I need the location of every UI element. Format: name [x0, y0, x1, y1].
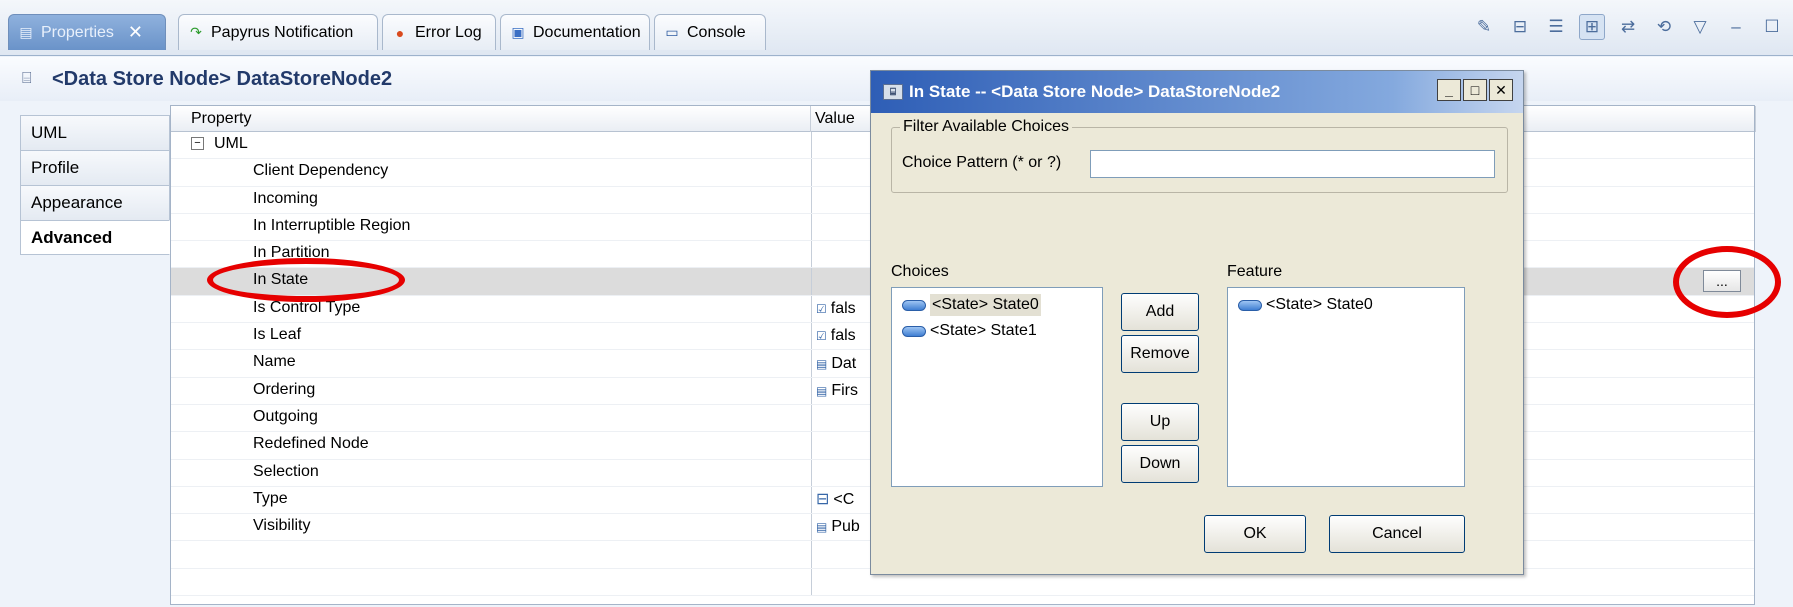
- state-icon: [902, 325, 926, 337]
- collapse-icon[interactable]: −: [191, 137, 204, 151]
- documentation-icon: ▣: [511, 24, 525, 40]
- category-tabs: UML Profile Appearance Advanced: [20, 115, 170, 255]
- enum-icon: ▤: [816, 520, 828, 535]
- property-name: Redefined Node: [253, 435, 369, 453]
- state-icon: [1238, 299, 1262, 311]
- tab-documentation[interactable]: ▣ Documentation: [500, 14, 650, 50]
- property-column-header[interactable]: Property: [171, 106, 811, 132]
- category-appearance[interactable]: Appearance: [20, 185, 170, 220]
- view-toolbar: ✎ ⊟ ☰ ⊞ ⇄ ⟲ ▽ ‒ ☐: [1471, 14, 1785, 40]
- category-profile[interactable]: Profile: [20, 150, 170, 185]
- category-uml[interactable]: UML: [20, 115, 170, 150]
- category-advanced[interactable]: Advanced: [20, 220, 170, 255]
- close-icon[interactable]: ✕: [128, 22, 143, 43]
- list-item[interactable]: <State> State1: [892, 318, 1102, 344]
- property-name: In Interruptible Region: [253, 216, 411, 234]
- class-icon: ⊟: [816, 491, 830, 508]
- property-name: Client Dependency: [253, 162, 389, 180]
- property-name: Is Control Type: [253, 298, 361, 316]
- property-value: Pub: [831, 518, 860, 536]
- cancel-button[interactable]: Cancel: [1329, 515, 1465, 553]
- filter-group: Filter Available Choices Choice Pattern …: [891, 118, 1508, 193]
- up-button[interactable]: Up: [1121, 403, 1199, 441]
- properties-icon: ▤: [19, 24, 33, 40]
- window-buttons: _ □ ✕: [1437, 79, 1513, 101]
- list-item[interactable]: <State> State0: [1228, 292, 1464, 318]
- tab-error-log[interactable]: ● Error Log: [382, 14, 496, 50]
- tab-label: Console: [687, 23, 746, 41]
- console-icon: ▭: [665, 24, 679, 40]
- group-label: UML: [214, 135, 248, 152]
- property-value: Firs: [831, 381, 858, 399]
- filter-icon[interactable]: ⇄: [1615, 14, 1641, 40]
- dialog-body: Filter Available Choices Choice Pattern …: [871, 113, 1523, 576]
- data-store-node-icon: ⌸: [22, 70, 32, 87]
- tab-label: Properties: [41, 23, 114, 41]
- page-title: <Data Store Node> DataStoreNode2: [52, 67, 393, 90]
- restore-defaults-icon[interactable]: ⟲: [1651, 14, 1677, 40]
- minimize-window-button[interactable]: _: [1437, 79, 1461, 101]
- property-name: Is Leaf: [253, 326, 302, 344]
- browse-button[interactable]: ...: [1703, 270, 1741, 293]
- in-state-dialog: ⌸ In State -- <Data Store Node> DataStor…: [870, 70, 1524, 575]
- tab-label: Documentation: [533, 23, 641, 41]
- boolean-icon: ☑: [816, 329, 827, 344]
- property-name: Ordering: [253, 380, 316, 398]
- maximize-window-button[interactable]: □: [1463, 79, 1487, 101]
- property-name: Incoming: [253, 189, 318, 207]
- categories-icon[interactable]: ⊞: [1579, 14, 1605, 40]
- error-log-icon: ●: [395, 24, 405, 41]
- property-name: In Partition: [253, 244, 330, 262]
- remove-button[interactable]: Remove: [1121, 335, 1199, 373]
- tab-label: Error Log: [415, 23, 482, 41]
- tab-console[interactable]: ▭ Console: [654, 14, 766, 50]
- property-name: Selection: [253, 462, 319, 480]
- property-value: <C: [833, 491, 855, 508]
- property-value: Dat: [831, 354, 857, 372]
- choices-list[interactable]: <State> State0 <State> State1: [891, 287, 1103, 487]
- list-icon[interactable]: ☰: [1543, 14, 1569, 40]
- minimize-icon[interactable]: ‒: [1723, 14, 1749, 40]
- dialog-title-bar[interactable]: ⌸ In State -- <Data Store Node> DataStor…: [871, 71, 1523, 113]
- boolean-icon: ☑: [816, 301, 827, 316]
- close-window-button[interactable]: ✕: [1489, 79, 1513, 101]
- down-button[interactable]: Down: [1121, 445, 1199, 483]
- maximize-icon[interactable]: ☐: [1759, 14, 1785, 40]
- tab-label: Papyrus Notification: [211, 23, 354, 41]
- property-name: In State: [253, 271, 309, 289]
- text-field-icon: ▤: [816, 356, 828, 371]
- property-name: Name: [253, 353, 296, 371]
- state-icon: [902, 299, 926, 311]
- property-name: Visibility: [253, 517, 311, 535]
- property-value: fals: [830, 327, 856, 345]
- feature-label: Feature: [1227, 263, 1283, 280]
- add-button[interactable]: Add: [1121, 293, 1199, 331]
- ok-button[interactable]: OK: [1204, 515, 1306, 553]
- tab-properties[interactable]: ▤ Properties ✕: [8, 14, 166, 50]
- enum-icon: ▤: [816, 383, 828, 398]
- choice-pattern-input[interactable]: [1090, 150, 1495, 178]
- list-item-label: <State> State0: [1266, 296, 1373, 313]
- filter-legend: Filter Available Choices: [900, 118, 1073, 136]
- property-name: Type: [253, 489, 288, 507]
- property-value: fals: [830, 299, 856, 317]
- dialog-icon: ⌸: [883, 84, 903, 100]
- list-item-label: <State> State0: [930, 294, 1041, 316]
- feature-list[interactable]: <State> State0: [1227, 287, 1465, 487]
- choice-pattern-label: Choice Pattern (* or ?): [902, 154, 1062, 171]
- view-menu-icon[interactable]: ▽: [1687, 14, 1713, 40]
- edit-icon[interactable]: ✎: [1471, 14, 1497, 40]
- tab-papyrus-notification[interactable]: ↷ Papyrus Notification: [178, 14, 378, 50]
- tree-icon[interactable]: ⊟: [1507, 14, 1533, 40]
- dialog-title: In State -- <Data Store Node> DataStoreN…: [909, 82, 1281, 101]
- choices-label: Choices: [891, 263, 949, 280]
- list-item[interactable]: <State> State0: [892, 292, 1102, 318]
- property-name: Outgoing: [253, 407, 318, 425]
- papyrus-icon: ↷: [190, 24, 202, 40]
- view-tab-bar: ▤ Properties ✕ ↷ Papyrus Notification ● …: [0, 0, 1793, 56]
- list-item-label: <State> State1: [930, 322, 1037, 339]
